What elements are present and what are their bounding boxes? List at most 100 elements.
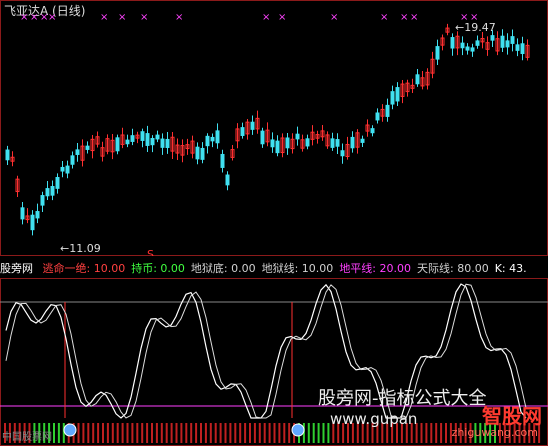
signal-x-marker: × bbox=[330, 12, 338, 23]
bottom-bar bbox=[111, 423, 114, 443]
bottom-bar bbox=[190, 423, 193, 443]
candle-body bbox=[50, 186, 55, 196]
candle-body bbox=[415, 74, 420, 85]
legend-item: 持币: 0.00 bbox=[131, 262, 185, 275]
candle-body bbox=[250, 121, 255, 130]
bottom-bar bbox=[155, 423, 158, 443]
candle-body bbox=[500, 35, 505, 48]
candle-body bbox=[75, 149, 80, 155]
watermark-url: www.gupan bbox=[330, 410, 418, 428]
bottom-bar bbox=[131, 423, 134, 443]
bottom-bar bbox=[214, 423, 217, 443]
bottom-signal-dot bbox=[291, 423, 305, 437]
bottom-bar bbox=[204, 423, 207, 443]
candle-body bbox=[505, 40, 510, 48]
bottom-bar bbox=[229, 423, 232, 443]
candle-body bbox=[155, 134, 160, 140]
candle-body bbox=[165, 138, 170, 149]
candle-body bbox=[150, 137, 155, 146]
bottom-bar bbox=[317, 423, 320, 443]
signal-x-marker: × bbox=[262, 12, 270, 23]
signal-x-marker: × bbox=[175, 12, 183, 23]
indicator-chart[interactable] bbox=[0, 278, 548, 446]
candle-body bbox=[220, 153, 225, 168]
candle-body bbox=[30, 214, 35, 231]
candle-body bbox=[20, 207, 25, 220]
bottom-bar bbox=[288, 423, 291, 443]
bottom-bar bbox=[185, 423, 188, 443]
bottom-bar bbox=[420, 423, 423, 443]
bottom-bar bbox=[268, 423, 271, 443]
bottom-bar bbox=[244, 423, 247, 443]
bottom-bar bbox=[57, 423, 60, 443]
candle-body bbox=[340, 150, 345, 157]
candle-body bbox=[70, 155, 75, 165]
candle-body bbox=[515, 44, 520, 51]
signal-x-marker: × bbox=[100, 12, 108, 23]
candle-body bbox=[390, 91, 395, 105]
candle-body bbox=[270, 139, 275, 148]
low-price-label: ←11.09 bbox=[60, 242, 101, 255]
bottom-bar bbox=[273, 423, 276, 443]
bottom-bar bbox=[77, 423, 80, 443]
bottom-bar bbox=[239, 423, 242, 443]
bottom-bar bbox=[116, 423, 119, 443]
bottom-bar bbox=[224, 423, 227, 443]
bottom-bar bbox=[430, 423, 433, 443]
bottom-bar bbox=[102, 423, 104, 443]
candle-body bbox=[115, 137, 120, 152]
candle-body bbox=[490, 35, 495, 41]
candle-body bbox=[200, 147, 205, 160]
oscillator-chart bbox=[0, 278, 548, 446]
bottom-bar bbox=[445, 423, 447, 443]
bottom-bar bbox=[219, 423, 222, 443]
bottom-bar bbox=[121, 423, 124, 443]
candle-body bbox=[160, 138, 165, 148]
candle-body bbox=[285, 137, 290, 149]
bottom-bar bbox=[151, 423, 153, 443]
legend-item: 地狱底: 0.00 bbox=[190, 262, 256, 275]
signal-x-marker: × bbox=[20, 12, 28, 23]
candle-body bbox=[460, 42, 465, 49]
candle-body bbox=[55, 177, 60, 189]
candle-body bbox=[335, 139, 340, 147]
candle-body bbox=[395, 87, 400, 102]
candle-body bbox=[140, 131, 145, 141]
high-price-label: ←19.47 bbox=[455, 21, 496, 34]
candle-body bbox=[370, 128, 375, 134]
bottom-bar bbox=[263, 423, 266, 443]
candle-body bbox=[470, 47, 475, 52]
candle-body bbox=[350, 136, 355, 149]
candle-body bbox=[65, 165, 70, 174]
bottom-bar bbox=[106, 423, 109, 443]
candle-body bbox=[60, 166, 65, 172]
price-chart[interactable]: × × × × × × × × × × × × × × × × ←19.47 ←11.09 S bbox=[0, 0, 548, 256]
signal-x-marker: × bbox=[410, 12, 418, 23]
site-logo: 智股网 bbox=[482, 404, 542, 428]
watermark-text: 股旁网-指标公式大全 bbox=[318, 388, 487, 409]
candle-body bbox=[330, 138, 335, 148]
candle-body bbox=[210, 136, 215, 142]
candle-body bbox=[240, 127, 245, 136]
candle-body bbox=[195, 146, 200, 160]
bottom-bar bbox=[200, 423, 202, 443]
candle-body bbox=[5, 149, 10, 161]
bottom-bar bbox=[97, 423, 100, 443]
bottom-bar bbox=[175, 423, 178, 443]
candle-body bbox=[35, 211, 40, 219]
candle-body bbox=[85, 145, 90, 150]
bottom-bar bbox=[312, 423, 315, 443]
bottom-bar bbox=[165, 423, 168, 443]
bottom-bar bbox=[307, 423, 310, 443]
bottom-bar bbox=[126, 423, 129, 443]
candle-body bbox=[260, 130, 265, 145]
bottom-bar bbox=[195, 423, 198, 443]
bottom-bar bbox=[82, 423, 85, 443]
signal-x-marker: × bbox=[400, 12, 408, 23]
candle-body bbox=[130, 135, 135, 142]
bottom-signal-dot bbox=[63, 423, 77, 437]
candle-body bbox=[375, 112, 380, 121]
bottom-bar bbox=[87, 423, 90, 443]
bottom-bar bbox=[92, 423, 95, 443]
candlestick-chart: × × × × × × × × × × × × × × × ×←19.47←11.09 S bbox=[0, 0, 548, 256]
